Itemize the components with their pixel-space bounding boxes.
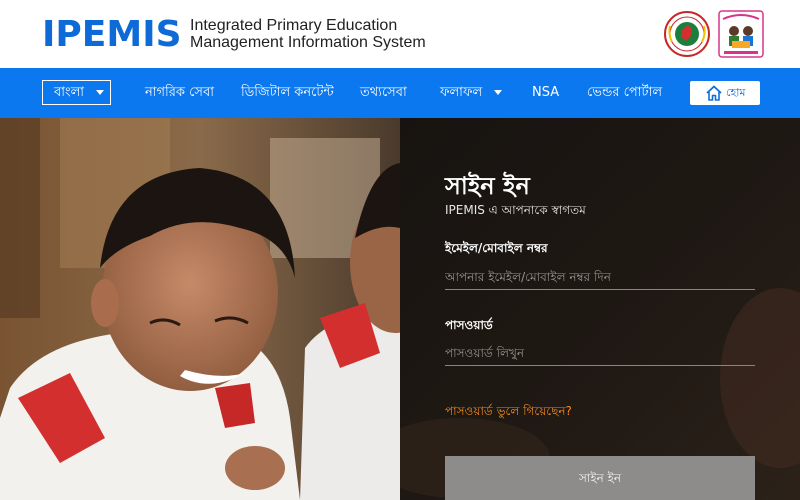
- language-select[interactable]: বাংলা: [42, 80, 111, 105]
- email-field[interactable]: [445, 264, 755, 290]
- password-field[interactable]: [445, 340, 755, 366]
- government-seal-icon: [664, 11, 710, 57]
- main-nav: বাংলা নাগরিক সেবা ডিজিটাল কনটেন্ট তথ্যসে…: [0, 68, 800, 118]
- chevron-down-icon: [494, 90, 503, 95]
- email-label: ইমেইল/মোবাইল নম্বর: [445, 241, 548, 255]
- nav-digital-content[interactable]: ডিজিটাল কনটেন্ট: [241, 68, 334, 118]
- home-button[interactable]: হোম: [690, 81, 760, 105]
- forgot-password-link[interactable]: পাসওয়ার্ড ভুলে গিয়েছেন?: [445, 403, 572, 423]
- password-label: পাসওয়ার্ড: [445, 318, 493, 332]
- chevron-down-icon: [96, 90, 105, 95]
- hero-section: [0, 118, 800, 500]
- site-header: IPEMIS Integrated Primary Education Mana…: [0, 0, 800, 68]
- subtitle-line-2: Management Information System: [190, 34, 426, 51]
- site-subtitle: Integrated Primary Education Management …: [190, 17, 426, 51]
- students-photo: [0, 118, 400, 500]
- subtitle-line-1: Integrated Primary Education: [190, 17, 398, 34]
- directorate-seal-icon: [718, 10, 764, 58]
- nav-nsa[interactable]: NSA: [532, 68, 559, 118]
- ipemis-logo[interactable]: IPEMIS: [42, 14, 182, 55]
- nav-info-services[interactable]: তথ্যসেবা: [360, 68, 407, 118]
- home-icon: [706, 85, 722, 101]
- signin-button[interactable]: সাইন ইন: [445, 456, 755, 500]
- nav-results[interactable]: ফলাফল: [440, 68, 503, 118]
- nav-vendor-portal[interactable]: ভেন্ডর পোর্টাল: [587, 68, 662, 118]
- welcome-text: IPEMIS এ আপনাকে স্বাগতম: [445, 203, 586, 217]
- nav-citizen-services[interactable]: নাগরিক সেবা: [145, 68, 214, 118]
- home-label: হোম: [726, 86, 746, 99]
- language-label: বাংলা: [54, 85, 85, 100]
- nav-results-label: ফলাফল: [440, 85, 483, 100]
